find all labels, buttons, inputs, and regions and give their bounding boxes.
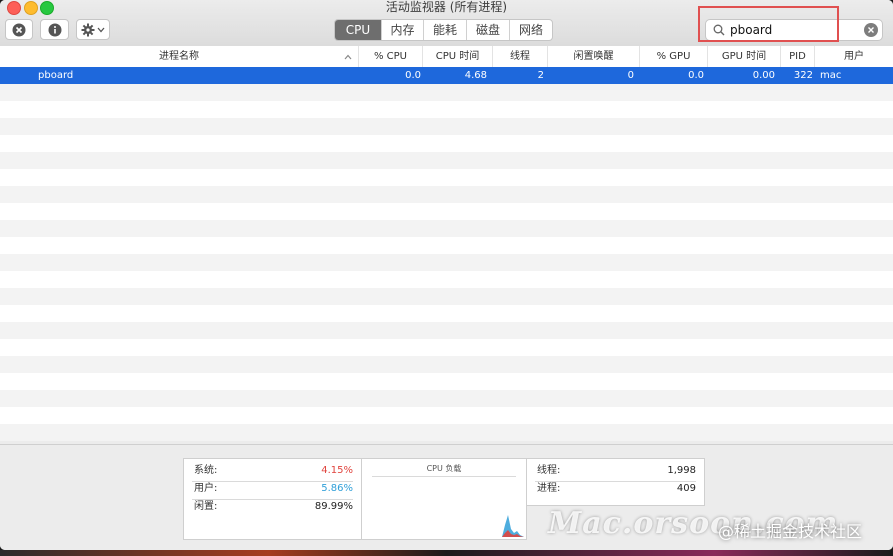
search-highlight-annotation [698,6,839,42]
empty-row [0,101,893,118]
empty-row [0,322,893,339]
system-value: 4.15% [321,465,353,476]
empty-row [0,339,893,356]
tab-network[interactable]: 网络 [509,20,552,40]
stop-icon [12,23,26,36]
thread-count: 2 [537,70,544,81]
column-header-user[interactable]: 用户 [814,46,893,67]
processes-stat: 进程: 409 [535,480,696,498]
stop-process-button[interactable] [5,19,33,40]
title-bar: 活动监视器 (所有进程) CPU 内存 能耗 磁盘 网络 pboard [0,0,893,47]
empty-row [0,407,893,424]
activity-monitor-window: 活动监视器 (所有进程) CPU 内存 能耗 磁盘 网络 pboard 进程名称… [0,0,893,550]
table-row[interactable]: pboard 0.0 4.68 2 0 0.0 0.00 322 mac [0,67,893,84]
idle-value: 89.99% [314,501,353,512]
user: mac [820,70,842,81]
system-label: 系统: [194,465,218,476]
empty-rows [0,84,893,441]
cpu-usage-panel: 系统: 4.15% 用户: 5.86% 闲置: 89.99% [183,458,362,540]
watermark-community: @稀土掘金技术社区 [718,522,863,541]
processes-label: 进程: [537,483,561,494]
empty-row [0,135,893,152]
idle-label: 闲置: [194,501,218,512]
tab-disk[interactable]: 磁盘 [466,20,509,40]
empty-row [0,220,893,237]
threads-value: 1,998 [667,465,696,476]
empty-row [0,288,893,305]
user-value: 5.86% [321,483,353,494]
process-name: pboard [38,70,74,81]
system-stat: 系统: 4.15% [192,462,353,480]
tab-memory[interactable]: 内存 [381,20,423,40]
cpu-load-panel: CPU 负载 [361,458,527,540]
info-icon [48,23,61,36]
column-header-pid[interactable]: PID [780,46,814,67]
user-stat: 用户: 5.86% [192,480,353,498]
empty-row [0,305,893,322]
idle-stat: 闲置: 89.99% [192,498,353,516]
table-header: 进程名称 % CPU CPU 时间 线程 闲置唤醒 % GPU GPU 时间 P… [0,46,893,68]
pid: 322 [793,70,813,81]
column-header-idle-wakeups[interactable]: 闲置唤醒 [547,46,639,67]
column-header-process-name[interactable]: 进程名称 [0,46,358,67]
gpu-time: 0.00 [752,70,775,81]
gpu-percent: 0.0 [688,70,704,81]
cpu-load-graph [502,515,524,537]
threads-processes-panel: 线程: 1,998 进程: 409 [526,458,705,506]
desktop-wallpaper [0,550,893,556]
empty-row [0,84,893,101]
close-icon [868,27,874,33]
actions-menu-button[interactable] [76,19,110,40]
threads-label: 线程: [537,465,561,476]
empty-row [0,203,893,220]
inspect-process-button[interactable] [40,19,69,40]
sort-ascending-icon [344,54,352,60]
empty-row [0,186,893,203]
graph-gridline [372,476,516,477]
user-label: 用户: [194,483,218,494]
column-header-cpu[interactable]: % CPU [358,46,422,67]
empty-row [0,237,893,254]
column-header-cpu-time[interactable]: CPU 时间 [422,46,492,67]
empty-row [0,373,893,390]
empty-row [0,356,893,373]
tab-cpu[interactable]: CPU [335,20,381,40]
empty-row [0,254,893,271]
column-header-gpu-time[interactable]: GPU 时间 [707,46,780,67]
process-table: pboard 0.0 4.68 2 0 0.0 0.00 322 mac [0,67,893,444]
empty-row [0,169,893,186]
tab-energy[interactable]: 能耗 [423,20,466,40]
empty-row [0,271,893,288]
cpu-time: 4.68 [464,70,487,81]
cpu-percent: 0.0 [405,70,421,81]
chevron-down-icon [97,27,105,32]
processes-value: 409 [676,483,696,494]
empty-row [0,390,893,407]
gear-icon [81,23,95,36]
empty-row [0,424,893,441]
threads-stat: 线程: 1,998 [535,462,696,480]
column-header-gpu[interactable]: % GPU [639,46,707,67]
empty-row [0,118,893,135]
idle-wakeups: 0 [627,70,634,81]
column-label: 进程名称 [159,51,199,62]
empty-row [0,152,893,169]
category-tabs: CPU 内存 能耗 磁盘 网络 [334,19,553,41]
search-clear-button[interactable] [864,23,878,37]
cpu-load-title: CPU 负载 [426,464,462,473]
column-header-threads[interactable]: 线程 [492,46,547,67]
